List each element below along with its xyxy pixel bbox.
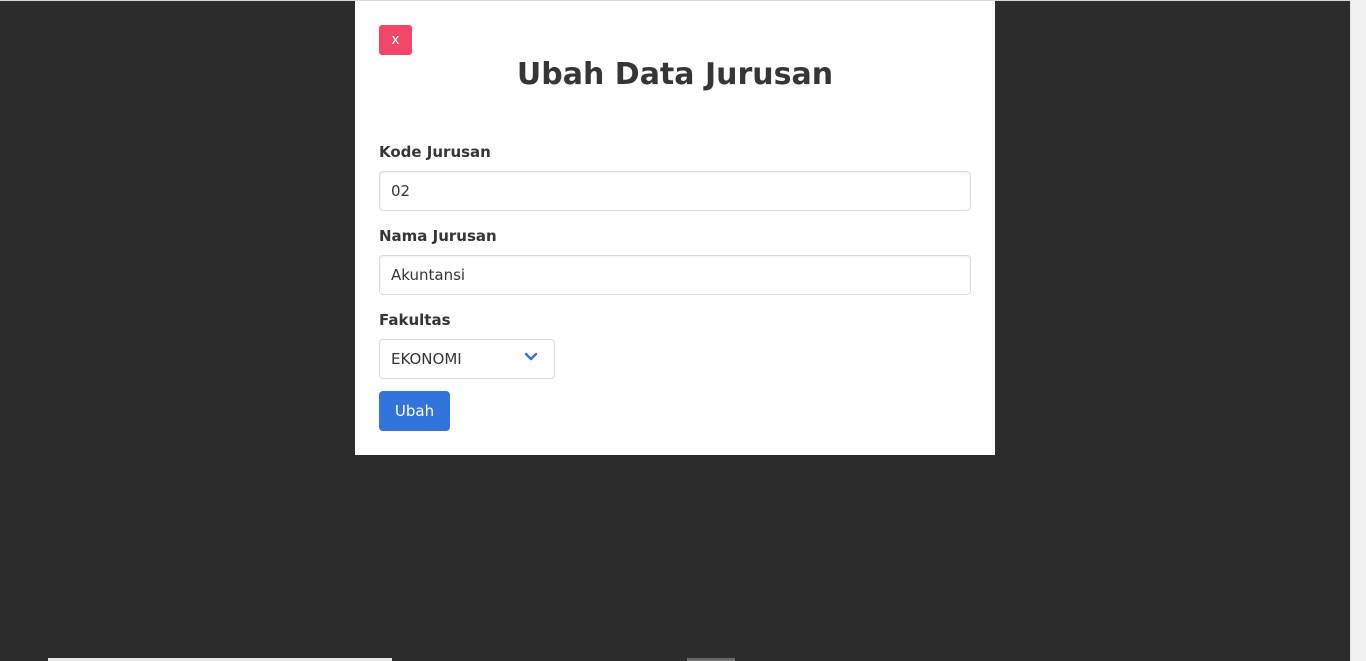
ubah-button[interactable]: Ubah [379, 391, 450, 431]
kode-jurusan-input[interactable] [379, 171, 971, 211]
chevron-down-icon [524, 352, 538, 361]
close-button[interactable]: x [379, 25, 412, 55]
page-backdrop: x Ubah Data Jurusan Kode Jurusan Nama Ju… [0, 0, 1366, 661]
fakultas-selected-value: EKONOMI [391, 350, 462, 368]
fakultas-label: Fakultas [379, 311, 451, 329]
fakultas-select[interactable]: EKONOMI [379, 339, 555, 379]
edit-jurusan-modal: x Ubah Data Jurusan Kode Jurusan Nama Ju… [355, 1, 995, 455]
kode-jurusan-label: Kode Jurusan [379, 143, 491, 161]
nama-jurusan-input[interactable] [379, 255, 971, 295]
page-scrollbar[interactable] [1350, 0, 1366, 661]
nama-jurusan-label: Nama Jurusan [379, 227, 497, 245]
modal-title: Ubah Data Jurusan [516, 57, 834, 92]
